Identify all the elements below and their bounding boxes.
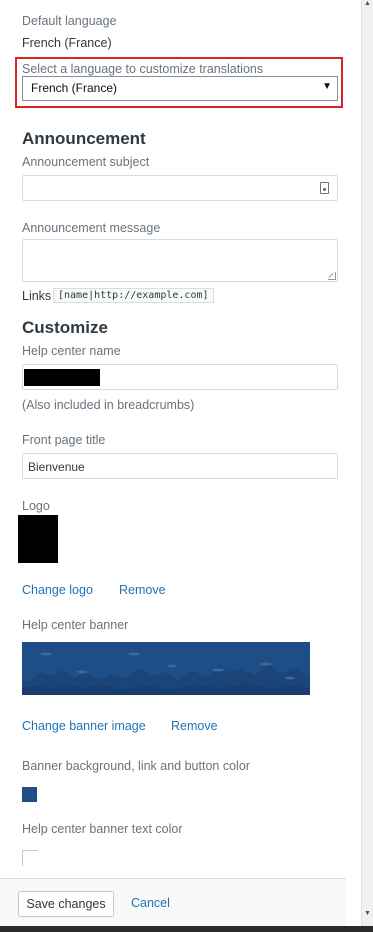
remove-banner-link[interactable]: Remove — [171, 719, 218, 733]
help-center-name-label: Help center name — [22, 344, 121, 358]
announcement-message-textarea[interactable] — [22, 239, 338, 282]
links-label: Links — [22, 289, 52, 303]
help-center-banner-label: Help center banner — [22, 618, 129, 632]
language-select[interactable]: French (France) ▼ — [22, 76, 338, 101]
scroll-up-arrow-icon[interactable]: ▲ — [364, 0, 371, 7]
banner-color-label: Banner background, link and button color — [22, 759, 250, 773]
logo-image — [18, 515, 58, 563]
language-select-value: French (France) — [31, 81, 118, 95]
window-bottom-edge — [0, 926, 373, 932]
banner-text-color-label: Help center banner text color — [22, 822, 183, 836]
announcement-message-label: Announcement message — [22, 221, 161, 235]
customize-heading: Customize — [22, 318, 108, 337]
language-select-label: Select a language to customize translati… — [22, 62, 264, 76]
contact-card-icon[interactable] — [320, 182, 329, 194]
footer-bar: Save changes Cancel — [0, 878, 346, 926]
save-changes-button[interactable]: Save changes — [18, 891, 114, 917]
announcement-subject-label: Announcement subject — [22, 155, 150, 169]
settings-panel: Default language French (France) Select … — [0, 0, 362, 932]
chevron-down-icon: ▼ — [322, 81, 332, 92]
redacted-text — [24, 369, 100, 386]
help-center-name-hint: (Also included in breadcrumbs) — [22, 398, 195, 412]
banner-skyline-graphic — [22, 642, 310, 695]
front-page-title-value: Bienvenue — [28, 460, 85, 474]
cancel-link[interactable]: Cancel — [131, 896, 170, 910]
vertical-scrollbar[interactable]: ▲ ▼ — [362, 0, 373, 926]
banner-image — [22, 642, 310, 695]
change-banner-link[interactable]: Change banner image — [22, 719, 146, 733]
links-example: [name|http://example.com] — [53, 288, 214, 303]
logo-label: Logo — [22, 499, 50, 513]
announcement-subject-input[interactable] — [22, 175, 338, 201]
scroll-down-arrow-icon[interactable]: ▼ — [364, 910, 371, 917]
front-page-title-label: Front page title — [22, 433, 106, 447]
remove-logo-link[interactable]: Remove — [119, 583, 166, 597]
default-language-label: Default language — [22, 14, 117, 28]
default-language-value: French (France) — [22, 36, 112, 50]
announcement-heading: Announcement — [22, 129, 146, 148]
resize-handle-icon[interactable] — [328, 272, 336, 280]
change-logo-link[interactable]: Change logo — [22, 583, 93, 597]
banner-color-swatch[interactable] — [22, 787, 37, 802]
banner-text-color-swatch[interactable] — [22, 850, 38, 866]
front-page-title-input[interactable]: Bienvenue — [22, 453, 338, 479]
